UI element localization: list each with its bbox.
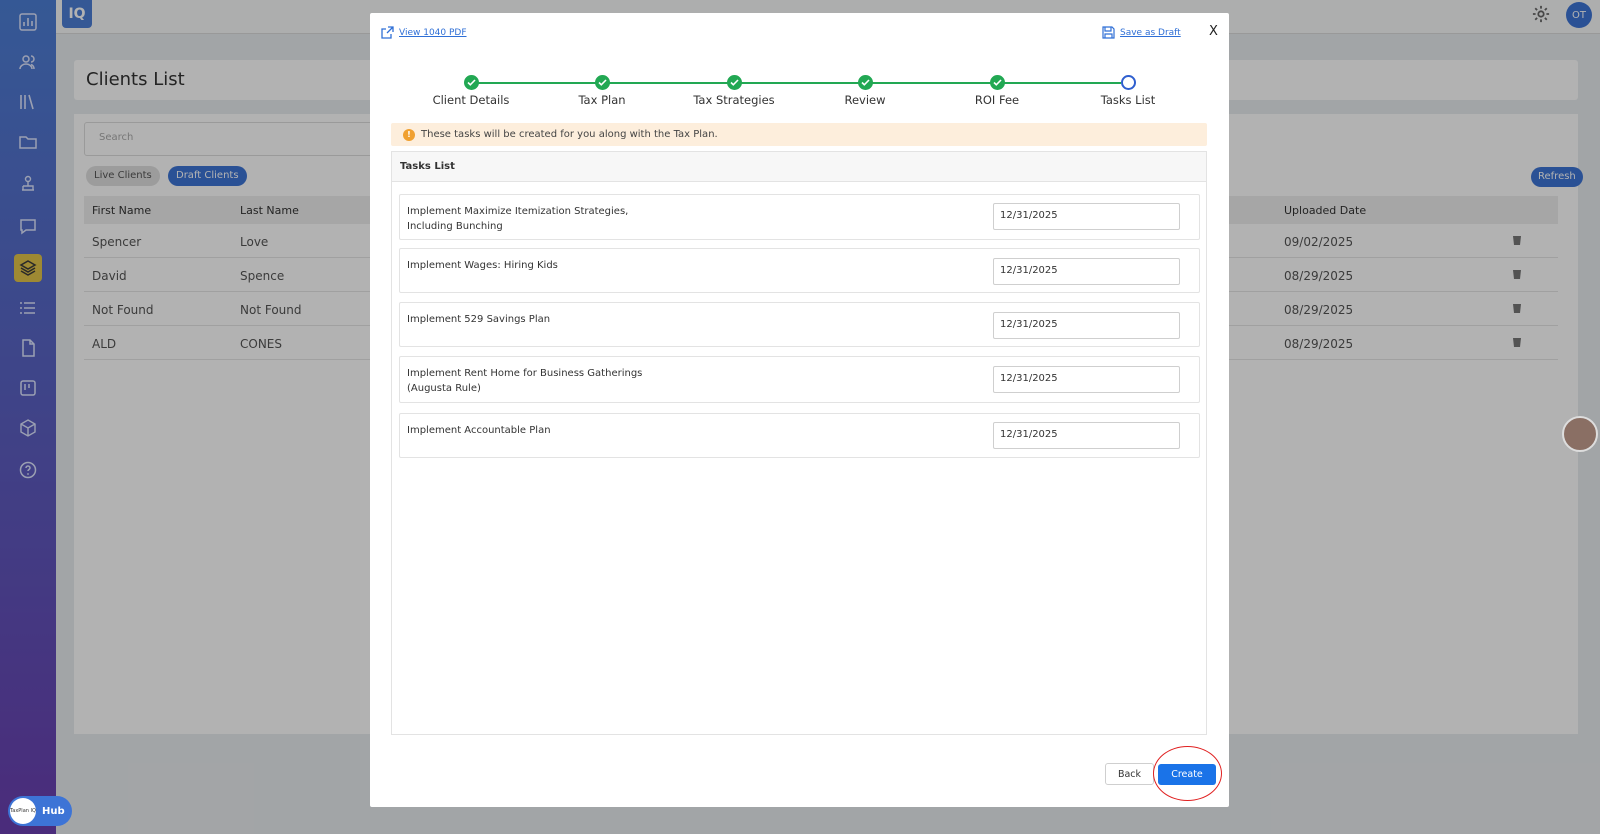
warning-icon: ! [403,128,415,141]
task-item: Implement 529 Savings Plan 12/31/2025 [399,302,1200,347]
tasks-header: Tasks List [392,152,1206,182]
task-item: Implement Rent Home for Business Gatheri… [399,356,1200,403]
step-client-details[interactable]: Client Details [411,75,531,107]
step-label: Tax Strategies [693,93,775,107]
tasks-panel: Tasks List Implement Maximize Itemizatio… [391,151,1207,735]
info-notice: ! These tasks will be created for you al… [391,123,1207,146]
step-label: Review [844,93,886,107]
step-label: Tax Plan [578,93,626,107]
view-pdf-label: View 1040 PDF [399,27,467,38]
hub-logo: TaxPlan IQ [10,798,36,824]
assistant-avatar[interactable] [1562,416,1598,452]
check-icon [594,75,610,90]
hub-button[interactable]: TaxPlan IQ Hub [8,796,72,826]
step-label: Client Details [432,93,510,107]
check-icon [726,75,742,90]
task-item: Implement Wages: Hiring Kids 12/31/2025 [399,248,1200,293]
hub-label: Hub [42,805,65,817]
step-review[interactable]: Review [805,75,925,107]
task-label: Implement Wages: Hiring Kids [407,260,558,271]
step-label: ROI Fee [974,93,1020,107]
close-button[interactable]: X [1209,24,1218,39]
task-due-date-input[interactable]: 12/31/2025 [993,258,1180,285]
task-label: Implement Maximize Itemization Strategie… [407,206,629,232]
progress-stepper: Client Details Tax Plan Tax Strategies R… [370,61,1229,109]
save-icon [1102,26,1115,39]
task-label: Implement Accountable Plan [407,425,551,436]
task-due-date-input[interactable]: 12/31/2025 [993,422,1180,449]
task-label: Implement Rent Home for Business Gatheri… [407,368,643,394]
notice-text: These tasks will be created for you alon… [421,129,718,140]
current-step-dot [1120,75,1136,90]
view-pdf-link[interactable]: View 1040 PDF [381,26,467,39]
step-tax-strategies[interactable]: Tax Strategies [674,75,794,107]
task-label: Implement 529 Savings Plan [407,314,551,325]
task-due-date-input[interactable]: 12/31/2025 [993,366,1180,393]
task-due-date-input[interactable]: 12/31/2025 [993,203,1180,230]
step-roi-fee[interactable]: ROI Fee [937,75,1057,107]
task-item: Implement Maximize Itemization Strategie… [399,194,1200,240]
task-due-date-input[interactable]: 12/31/2025 [993,312,1180,339]
tax-plan-modal: View 1040 PDF Save as Draft X Client Det… [370,13,1229,807]
save-draft-label: Save as Draft [1120,27,1181,38]
step-tax-plan[interactable]: Tax Plan [542,75,662,107]
back-button[interactable]: Back [1105,763,1154,785]
step-tasks-list[interactable]: Tasks List [1068,75,1188,107]
create-button[interactable]: Create [1158,764,1216,785]
save-draft-link[interactable]: Save as Draft [1102,26,1181,39]
task-item: Implement Accountable Plan 12/31/2025 [399,413,1200,458]
step-label: Tasks List [1100,93,1156,107]
check-icon [989,75,1005,90]
check-icon [463,75,479,90]
external-link-icon [381,26,394,39]
check-icon [857,75,873,90]
